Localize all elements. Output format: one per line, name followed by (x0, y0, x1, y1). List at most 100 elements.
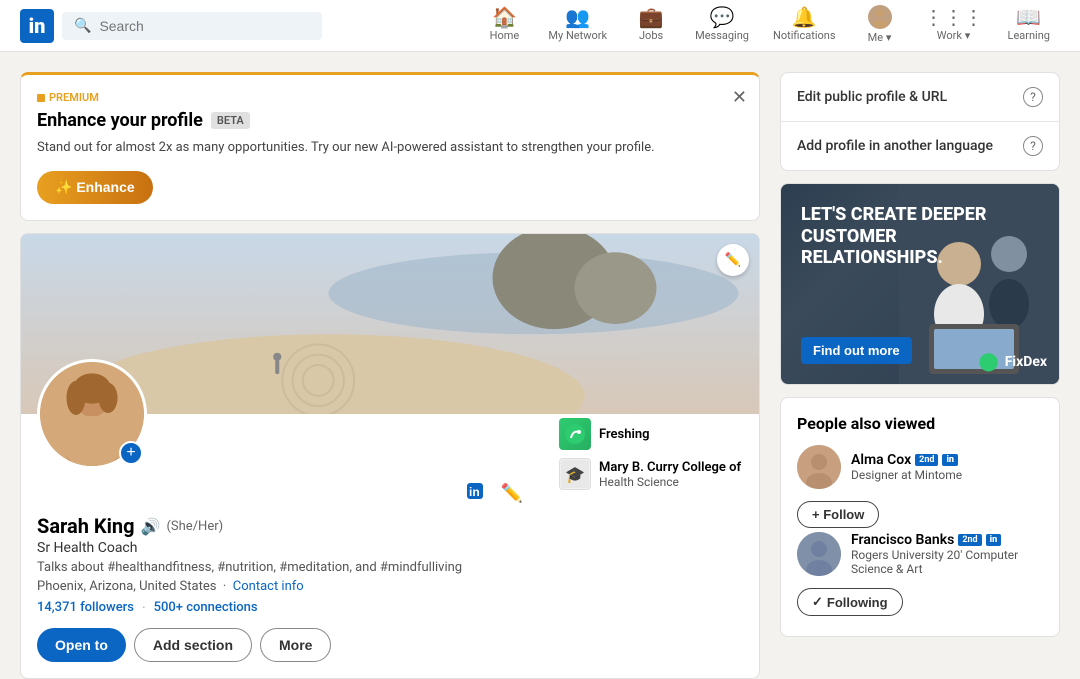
search-input[interactable] (99, 18, 310, 34)
francisco-avatar (797, 532, 841, 576)
company-info-section: Freshing 🎓 Mary B. Curry College of (543, 418, 743, 662)
add-section-button[interactable]: Add section (134, 628, 252, 662)
ad-cta-button[interactable]: Find out more (801, 337, 912, 364)
freshing-logo (559, 418, 591, 450)
profile-icons-row: in ✏️ (37, 477, 527, 510)
advertisement-card: LET'S CREATE DEEPER CUSTOMER RELATIONSHI… (780, 183, 1060, 385)
profile-card: ✏️ (20, 233, 760, 679)
add-language-label: Add profile in another language (797, 138, 993, 154)
profile-name: Sarah King (37, 514, 135, 538)
company2-sub: Health Science (599, 475, 741, 489)
edit-public-profile-item[interactable]: Edit public profile & URL ? (781, 73, 1059, 122)
followers-link[interactable]: 14,371 followers (37, 600, 134, 616)
francisco-role: Rogers University 20' Computer Science &… (851, 548, 1043, 576)
company1-name: Freshing (599, 427, 650, 442)
work-icon: ⋮⋮⋮ (924, 7, 984, 27)
person-row-francisco: Francisco Banks 2nd in Rogers University… (797, 532, 1043, 576)
search-bar[interactable]: 🔍 (62, 12, 322, 40)
company-row-1: Freshing (559, 418, 743, 450)
person-item-alma: Alma Cox 2nd in Designer at Mintome + Fo… (797, 445, 1043, 528)
ad-brand: ⬤ FixDex (979, 351, 1047, 372)
nav-home[interactable]: 🏠 Home (474, 0, 534, 52)
open-to-button[interactable]: Open to (37, 628, 126, 662)
home-icon: 🏠 (492, 7, 517, 27)
followers-row: 14,371 followers · 500+ connections (37, 600, 527, 616)
edit-profile-button[interactable]: ✏️ (497, 477, 527, 510)
profile-location: Phoenix, Arizona, United States · Contac… (37, 579, 527, 594)
nav-notifications[interactable]: 🔔 Notifications (763, 0, 846, 52)
speaker-icon: 🔊 (141, 517, 161, 536)
beta-badge: BETA (211, 112, 250, 129)
nav-work[interactable]: ⋮⋮⋮ Work ▾ (914, 0, 994, 52)
help-icon-2: ? (1023, 136, 1043, 156)
nav-messaging[interactable]: 💬 Messaging (685, 0, 759, 52)
nav-network[interactable]: 👥 My Network (538, 0, 617, 52)
close-premium-button[interactable]: ✕ (732, 87, 747, 108)
premium-dot (37, 94, 45, 102)
navbar: in 🔍 🏠 Home 👥 My Network 💼 Jobs 💬 Messag… (0, 0, 1080, 52)
profile-name-row: Sarah King 🔊 (She/Her) (37, 514, 527, 538)
nav-notifications-label: Notifications (773, 29, 836, 42)
profile-flex-layout: + in ✏️ (37, 414, 743, 662)
nav-items: 🏠 Home 👥 My Network 💼 Jobs 💬 Messaging 🔔… (474, 0, 1060, 52)
people-viewed-title: People also viewed (797, 414, 1043, 433)
network-icon: 👥 (565, 7, 590, 27)
action-buttons: Open to Add section More (37, 628, 527, 662)
linkedin-logo[interactable]: in (20, 9, 54, 43)
premium-label: PREMIUM (37, 91, 743, 104)
nav-learning-label: Learning (1008, 29, 1050, 42)
learning-icon: 📖 (1016, 7, 1041, 27)
jobs-icon: 💼 (639, 7, 664, 27)
nav-messaging-label: Messaging (695, 29, 749, 42)
school-logo: 🎓 (559, 458, 591, 490)
company2-name: Mary B. Curry College of (599, 460, 741, 475)
profile-left-section: + in ✏️ (37, 414, 527, 662)
alma-name: Alma Cox 2nd in (851, 452, 1043, 468)
search-icon: 🔍 (74, 18, 91, 34)
company-row-2: 🎓 Mary B. Curry College of Health Scienc… (559, 458, 743, 490)
people-also-viewed-card: People also viewed Alma Cox 2nd (780, 397, 1060, 637)
ad-headline: LET'S CREATE DEEPER CUSTOMER RELATIONSHI… (801, 204, 1039, 269)
nav-network-label: My Network (548, 29, 607, 42)
profile-pronouns: (She/Her) (166, 519, 223, 534)
add-photo-button[interactable]: + (119, 441, 143, 465)
more-button[interactable]: More (260, 628, 331, 662)
profile-title: Sr Health Coach (37, 540, 527, 556)
premium-title: Enhance your profile BETA (37, 110, 743, 131)
help-icon: ? (1023, 87, 1043, 107)
alma-li-badge: in (942, 454, 958, 466)
premium-card: PREMIUM Enhance your profile BETA Stand … (20, 72, 760, 221)
contact-info-link[interactable]: Contact info (233, 579, 304, 594)
nav-me[interactable]: Me ▾ (850, 0, 910, 52)
francisco-li-badge: in (986, 534, 1002, 546)
edit-cover-button[interactable]: ✏️ (717, 244, 749, 276)
check-icon: ✓ (812, 594, 823, 610)
nav-jobs[interactable]: 💼 Jobs (621, 0, 681, 52)
add-language-item[interactable]: Add profile in another language ? (781, 122, 1059, 170)
enhance-button[interactable]: ✨ Enhance (37, 171, 153, 204)
following-francisco-button[interactable]: ✓ Following (797, 588, 903, 616)
profile-body: + in ✏️ (21, 414, 759, 678)
ad-image: LET'S CREATE DEEPER CUSTOMER RELATIONSHI… (781, 184, 1059, 384)
francisco-degree: 2nd (958, 534, 981, 546)
edit-profile-label: Edit public profile & URL (797, 89, 947, 105)
notifications-icon: 🔔 (792, 7, 817, 27)
linkedin-share-button[interactable]: in (461, 477, 489, 510)
alma-degree: 2nd (915, 454, 938, 466)
main-column: PREMIUM Enhance your profile BETA Stand … (20, 72, 760, 679)
avatar-wrap: + (37, 359, 147, 469)
side-column: Edit public profile & URL ? Add profile … (780, 72, 1060, 679)
svg-text:🎓: 🎓 (565, 465, 585, 484)
connections-link[interactable]: 500+ connections (154, 600, 258, 616)
francisco-info: Francisco Banks 2nd in Rogers University… (851, 532, 1043, 576)
pencil-icon: ✏️ (725, 252, 742, 268)
edit-profile-card: Edit public profile & URL ? Add profile … (780, 72, 1060, 171)
nav-learning[interactable]: 📖 Learning (998, 0, 1060, 52)
ad-brand-name: FixDex (1005, 354, 1047, 370)
follow-alma-button[interactable]: + Follow (797, 501, 879, 528)
person-row-alma: Alma Cox 2nd in Designer at Mintome (797, 445, 1043, 489)
page-layout: PREMIUM Enhance your profile BETA Stand … (0, 52, 1080, 679)
person-item-francisco: Francisco Banks 2nd in Rogers University… (797, 532, 1043, 616)
alma-avatar (797, 445, 841, 489)
nav-work-label: Work ▾ (937, 29, 970, 42)
